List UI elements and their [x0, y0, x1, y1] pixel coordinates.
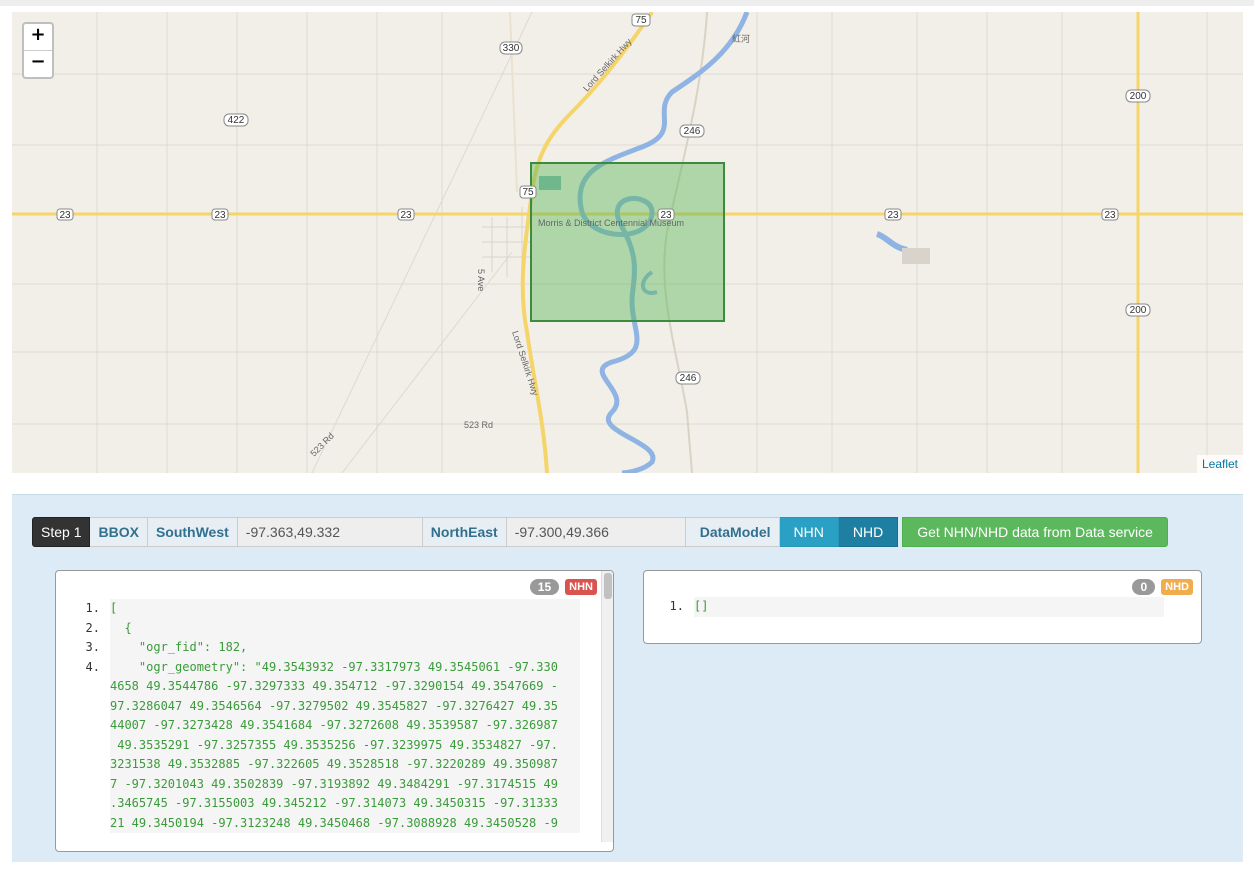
- line-number: [70, 736, 110, 756]
- shield-23-1: 23: [59, 210, 71, 221]
- shield-246-top: 246: [684, 126, 701, 137]
- toolbar: Step 1 BBOX SouthWest -97.363,49.332 Nor…: [32, 517, 1168, 547]
- get-data-button[interactable]: Get NHN/NHD data from Data service: [902, 517, 1168, 547]
- label-5-ave: 5 Ave: [476, 269, 486, 291]
- shield-246-bottom: 246: [680, 373, 697, 384]
- line-content: 97.3286047 49.3546564 -97.3279502 49.354…: [110, 696, 580, 716]
- code-line: 4. "ogr_geometry": "49.3543932 -97.33179…: [70, 657, 580, 677]
- line-content: 44007 -97.3273428 49.3541684 -97.3272608…: [110, 716, 580, 736]
- code-line: 1. [: [70, 599, 580, 619]
- line-content: 4658 49.3544786 -97.3297333 49.354712 -9…: [110, 677, 580, 697]
- leaflet-attribution-link[interactable]: Leaflet: [1196, 455, 1243, 473]
- nhd-code-lines: 1. []: [654, 597, 1164, 617]
- shield-75-mid: 75: [522, 187, 534, 198]
- northeast-input[interactable]: -97.300,49.366: [506, 517, 686, 547]
- shield-330: 330: [503, 43, 520, 54]
- nhd-button[interactable]: NHD: [838, 517, 899, 547]
- map-view[interactable]: 75 330 422 246 200 200 246 75 23 23 23 2…: [12, 12, 1243, 473]
- zoom-control: + −: [22, 22, 54, 79]
- southwest-input[interactable]: -97.363,49.332: [237, 517, 423, 547]
- line-content: 49.3535291 -97.3257355 49.3535256 -97.32…: [110, 735, 580, 755]
- code-line: 49.3535291 -97.3257355 49.3535256 -97.32…: [70, 735, 580, 756]
- nhn-scrollbar[interactable]: [601, 571, 613, 842]
- zoom-out-button[interactable]: −: [24, 50, 52, 77]
- label-lord-selkirk-bottom: Lord Selkirk Hwy: [510, 330, 541, 398]
- top-bar: [0, 0, 1254, 6]
- line-content: []: [694, 597, 1164, 617]
- shield-23-5: 23: [887, 210, 899, 221]
- nhd-count-badge: 0: [1132, 579, 1156, 595]
- line-content: .3465745 -97.3155003 49.345212 -97.31407…: [110, 794, 580, 814]
- map-tiles[interactable]: 75 330 422 246 200 200 246 75 23 23 23 2…: [12, 12, 1243, 473]
- shield-200-bottom: 200: [1130, 305, 1147, 316]
- line-content: 7 -97.3201043 49.3502839 -97.3193892 49.…: [110, 774, 580, 794]
- zoom-in-button[interactable]: +: [24, 24, 52, 50]
- code-line: 3. "ogr_fid": 182,: [70, 638, 580, 658]
- code-line: 3231538 49.3532885 -97.322605 49.3528518…: [70, 755, 580, 775]
- shield-23-6: 23: [1104, 210, 1116, 221]
- line-content: "ogr_fid": 182,: [110, 638, 580, 658]
- label-museum: Morris & District Centennial Museum: [538, 218, 684, 228]
- code-line: 7 -97.3201043 49.3502839 -97.3193892 49.…: [70, 774, 580, 795]
- line-content: [: [110, 599, 580, 619]
- line-number: [70, 697, 110, 717]
- line-number: [70, 755, 110, 775]
- shield-200-top: 200: [1130, 91, 1147, 102]
- line-number: [70, 716, 110, 736]
- shield-23-3: 23: [400, 210, 412, 221]
- code-line: 2. {: [70, 618, 580, 638]
- code-line: 44007 -97.3273428 49.3541684 -97.3272608…: [70, 716, 580, 736]
- label-523-rd: 523 Rd: [464, 420, 493, 430]
- control-panel: Step 1 BBOX SouthWest -97.363,49.332 Nor…: [12, 494, 1243, 862]
- line-content: 21 49.3450194 -97.3123248 49.3450468 -97…: [110, 813, 580, 833]
- label-cjk: 紅河: [732, 33, 750, 44]
- line-number: 3.: [85, 640, 100, 654]
- line-content: {: [110, 618, 580, 638]
- shield-422: 422: [228, 115, 245, 126]
- line-content: 3231538 49.3532885 -97.322605 49.3528518…: [110, 755, 580, 775]
- northeast-label: NorthEast: [422, 517, 507, 547]
- line-number: [70, 677, 110, 697]
- line-number: [70, 814, 110, 834]
- southwest-label: SouthWest: [147, 517, 238, 547]
- nhd-tag-badge: NHD: [1161, 579, 1193, 595]
- line-number: 1.: [85, 601, 100, 615]
- line-number: 4.: [85, 659, 100, 674]
- step-label: Step 1: [32, 517, 91, 547]
- nhn-tag-badge: NHN: [565, 579, 597, 595]
- datamodel-label: DataModel: [685, 517, 780, 547]
- line-content: "ogr_geometry": "49.3543932 -97.3317973 …: [110, 657, 580, 677]
- nhn-result-panel[interactable]: 15 NHN 1.[2. {3. "ogr_fid": 182, 4. "ogr_…: [55, 570, 614, 852]
- code-line: 21 49.3450194 -97.3123248 49.3450468 -97…: [70, 813, 580, 834]
- code-line: .3465745 -97.3155003 49.345212 -97.31407…: [70, 794, 580, 814]
- shield-23-2: 23: [214, 210, 226, 221]
- line-number: [70, 794, 110, 814]
- label-523-rd-diagonal: 523 Rd: [308, 431, 336, 459]
- nhd-badges: 0 NHD: [1132, 579, 1193, 595]
- line-number: [70, 775, 110, 795]
- code-line: 1. []: [654, 597, 1164, 617]
- bbox-rectangle[interactable]: [530, 162, 725, 322]
- label-lord-selkirk-top: Lord Selkirk Hwy: [581, 36, 634, 93]
- code-line: 4658 49.3544786 -97.3297333 49.354712 -9…: [70, 677, 580, 697]
- line-number: 1.: [669, 599, 684, 613]
- nhn-scrollbar-thumb[interactable]: [604, 573, 612, 599]
- nhn-badges: 15 NHN: [529, 579, 597, 595]
- nhd-result-panel[interactable]: 0 NHD 1. []: [643, 570, 1202, 644]
- nhn-count-badge: 15: [529, 579, 560, 595]
- nhn-code-lines: 1.[2. {3. "ogr_fid": 182, 4. "ogr_geometr…: [70, 599, 580, 833]
- bbox-label: BBOX: [90, 517, 148, 547]
- nhn-button[interactable]: NHN: [779, 517, 839, 547]
- shield-75-top: 75: [635, 15, 647, 26]
- code-line: 97.3286047 49.3546564 -97.3279502 49.354…: [70, 696, 580, 717]
- line-number: 2.: [85, 620, 100, 635]
